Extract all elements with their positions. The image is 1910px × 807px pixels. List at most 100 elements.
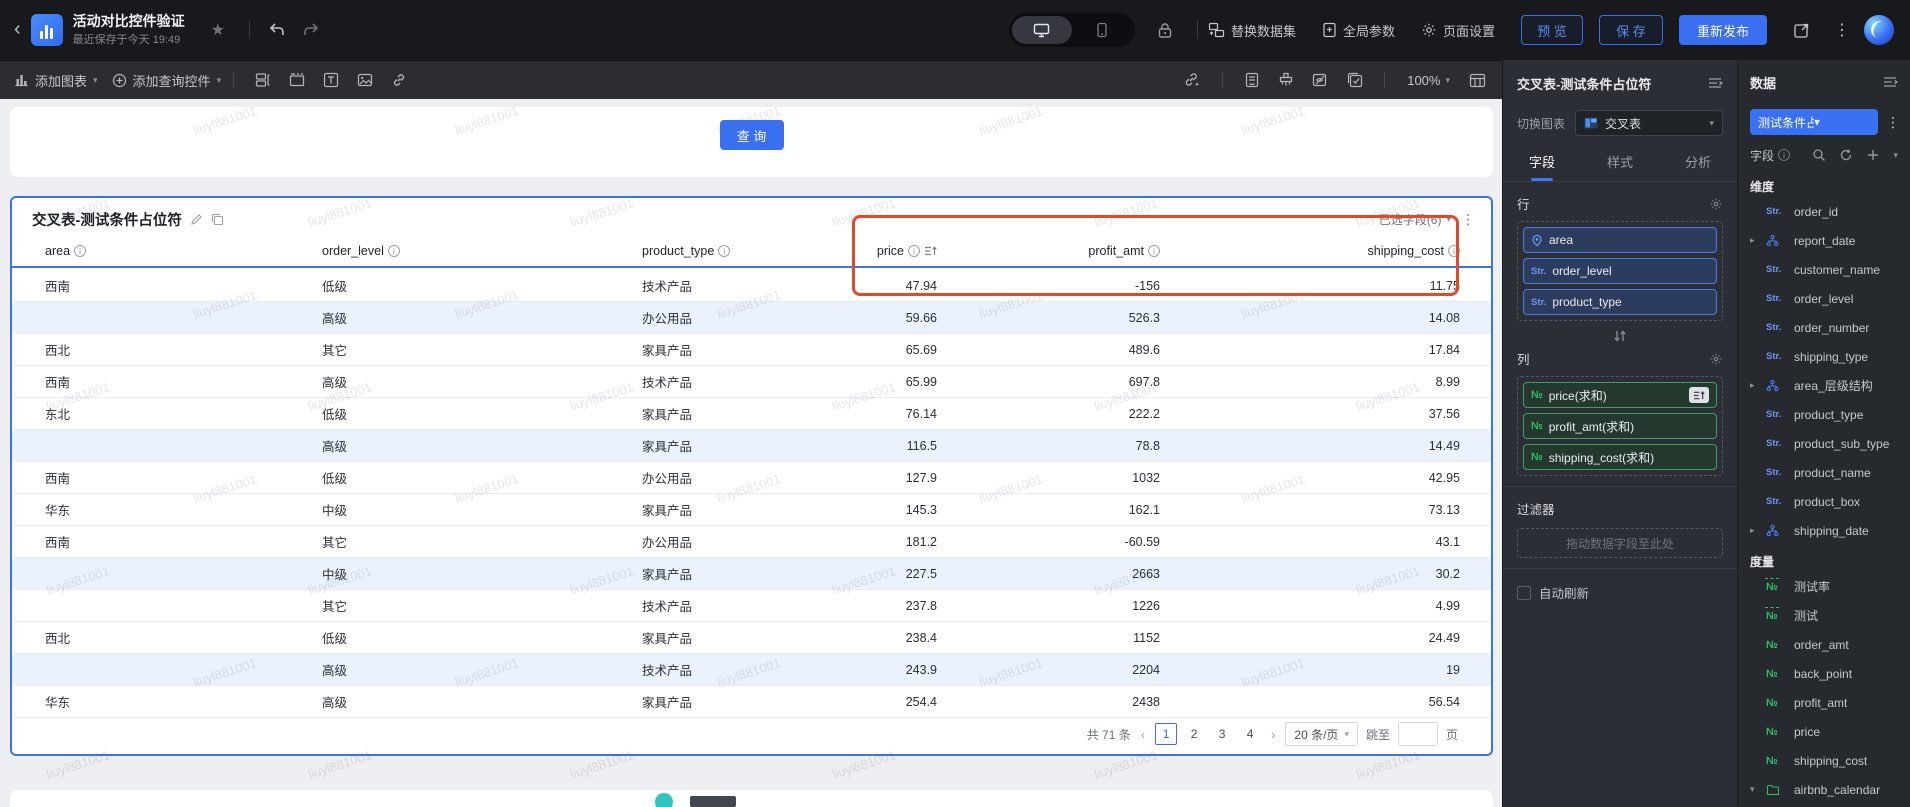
field-pill-product_type[interactable]: Str. product_type bbox=[1523, 289, 1717, 315]
dataset-more-icon[interactable]: ⋮ bbox=[1886, 114, 1900, 131]
page-button-2[interactable]: 2 bbox=[1183, 723, 1205, 745]
tab-style[interactable]: 样式 bbox=[1581, 146, 1659, 181]
prev-page-icon[interactable]: ‹ bbox=[1139, 727, 1147, 742]
hidden-components-icon[interactable] bbox=[1312, 72, 1329, 88]
page-button-3[interactable]: 3 bbox=[1211, 723, 1233, 745]
query-control-card[interactable]: 查 询 bbox=[10, 107, 1493, 177]
dimension-field-product_type[interactable]: ▸Str.product_type bbox=[1738, 400, 1910, 429]
card-view-icon[interactable] bbox=[1244, 72, 1260, 88]
next-page-icon[interactable]: › bbox=[1269, 727, 1277, 742]
image-widget-icon[interactable] bbox=[357, 72, 373, 88]
preview-button[interactable]: 预 览 bbox=[1521, 15, 1583, 45]
save-button[interactable]: 保 存 bbox=[1599, 15, 1663, 45]
query-button[interactable]: 查 询 bbox=[719, 120, 784, 150]
measure-field-profit_amt[interactable]: ▸№profit_amt bbox=[1738, 688, 1910, 717]
field-pill-profit_amt(求和)[interactable]: № profit_amt(求和) bbox=[1523, 413, 1717, 439]
edit-title-icon[interactable] bbox=[190, 213, 203, 226]
text-widget-icon[interactable] bbox=[323, 72, 339, 88]
chart-type-select[interactable]: 交叉表 ▾ bbox=[1575, 110, 1723, 136]
undo-icon[interactable] bbox=[268, 22, 286, 38]
measure-field-shipping_cost[interactable]: ▸№shipping_cost bbox=[1738, 746, 1910, 775]
dimension-field-area_层级结构[interactable]: ▸ area_层级结构 bbox=[1738, 371, 1910, 400]
search-fields-icon[interactable] bbox=[1812, 148, 1826, 162]
page-settings-button[interactable]: 页面设置 bbox=[1421, 21, 1495, 40]
collapse-panel-icon[interactable] bbox=[1707, 76, 1723, 90]
dimension-field-product_box[interactable]: ▸Str.product_box bbox=[1738, 487, 1910, 516]
selected-fields-dropdown[interactable]: 已选字段(6) ▾ bbox=[1379, 211, 1451, 228]
field-pill-area[interactable]: area bbox=[1523, 227, 1717, 253]
dimension-field-order_level[interactable]: ▸Str.order_level bbox=[1738, 284, 1910, 313]
expand-caret-icon[interactable]: ▾ bbox=[1750, 784, 1760, 795]
refresh-fields-icon[interactable] bbox=[1839, 148, 1853, 162]
copy-widget-icon[interactable] bbox=[211, 213, 224, 226]
grid-layout-icon[interactable] bbox=[1469, 73, 1486, 88]
custom-sort-icon[interactable] bbox=[924, 245, 937, 257]
dimension-field-report_date[interactable]: ▸ report_date bbox=[1738, 226, 1910, 255]
dimension-field-order_id[interactable]: ▸Str.order_id bbox=[1738, 197, 1910, 226]
lock-icon[interactable] bbox=[1157, 22, 1173, 39]
dataset-select[interactable]: 测试条件占位符 ▾ bbox=[1750, 109, 1878, 135]
mobile-mode-icon[interactable] bbox=[1072, 16, 1132, 44]
crosstab-widget[interactable]: 交叉表-测试条件占位符 已选字段(6) ▾ ⋮ area i order_level i… bbox=[10, 196, 1493, 756]
add-field-icon[interactable] bbox=[1866, 148, 1880, 162]
dimension-field-customer_name[interactable]: ▸Str.customer_name bbox=[1738, 255, 1910, 284]
measure-field-airbnb_calendar[interactable]: ▾ airbnb_calendar bbox=[1738, 775, 1910, 804]
tab-container-icon[interactable] bbox=[289, 72, 305, 88]
dimension-field-shipping_type[interactable]: ▸Str.shipping_type bbox=[1738, 342, 1910, 371]
tab-fields[interactable]: 字段 bbox=[1503, 146, 1581, 181]
field-pill-order_level[interactable]: Str. order_level bbox=[1523, 258, 1717, 284]
favorite-star-icon[interactable]: ★ bbox=[211, 20, 225, 40]
tab-analysis[interactable]: 分析 bbox=[1659, 146, 1737, 181]
expand-caret-icon[interactable]: ▸ bbox=[1750, 380, 1760, 391]
measure-field-price[interactable]: ▸№price bbox=[1738, 717, 1910, 746]
number-type-icon: № bbox=[1766, 754, 1778, 767]
replace-dataset-button[interactable]: 替换数据集 bbox=[1208, 21, 1296, 40]
device-mode-toggle[interactable] bbox=[1008, 13, 1135, 47]
dimension-field-shipping_date[interactable]: ▸ shipping_date bbox=[1738, 516, 1910, 545]
fields-info-icon: i bbox=[1778, 149, 1791, 161]
republish-button[interactable]: 重新发布 bbox=[1679, 15, 1767, 45]
page-size-select[interactable]: 20 条/页 ▾ bbox=[1285, 722, 1358, 746]
measure-field-order_amt[interactable]: ▸№order_amt bbox=[1738, 630, 1910, 659]
redo-icon[interactable] bbox=[302, 22, 320, 38]
collapse-data-panel-icon[interactable] bbox=[1882, 75, 1898, 89]
fields-sort-caret-icon[interactable]: ▾ bbox=[1893, 150, 1898, 161]
global-params-button[interactable]: 全局参数 bbox=[1322, 21, 1395, 40]
widget-more-icon[interactable]: ⋮ bbox=[1461, 211, 1475, 228]
add-chart-button[interactable]: 添加图表 ▾ bbox=[14, 71, 98, 90]
batch-select-icon[interactable] bbox=[1347, 72, 1363, 88]
field-pill-shipping_cost(求和)[interactable]: № shipping_cost(求和) bbox=[1523, 444, 1717, 470]
open-external-icon[interactable] bbox=[1793, 22, 1810, 39]
dimension-field-order_number[interactable]: ▸Str.order_number bbox=[1738, 313, 1910, 342]
field-pill-price(求和)[interactable]: № price(求和) bbox=[1523, 382, 1717, 408]
dimension-field-product_name[interactable]: ▸Str.product_name bbox=[1738, 458, 1910, 487]
page-button-4[interactable]: 4 bbox=[1239, 723, 1261, 745]
expand-caret-icon[interactable]: ▸ bbox=[1750, 525, 1760, 536]
desktop-mode-icon[interactable] bbox=[1011, 16, 1072, 44]
expand-caret-icon[interactable]: ▸ bbox=[1750, 235, 1760, 246]
measure-field-测试率[interactable]: ▸№测试率 bbox=[1738, 572, 1910, 601]
hyperlink-icon[interactable] bbox=[391, 72, 407, 88]
clean-style-icon[interactable] bbox=[1278, 72, 1294, 88]
measure-field-测试[interactable]: ▸№测试 bbox=[1738, 601, 1910, 630]
filter-dropzone[interactable]: 拖动数据字段至此处 bbox=[1517, 528, 1723, 558]
column-fields-dropzone[interactable]: № price(求和) № profit_amt(求和) № shipping_cost(… bbox=[1517, 376, 1723, 476]
conditional-format-icon[interactable] bbox=[1689, 387, 1709, 403]
zoom-level-select[interactable]: 100% ▾ bbox=[1407, 73, 1450, 88]
layout-component-icon[interactable] bbox=[255, 72, 271, 88]
back-icon[interactable]: ‹ bbox=[0, 18, 31, 43]
rows-gear-icon[interactable] bbox=[1709, 197, 1723, 211]
add-query-control-button[interactable]: 添加查询控件 ▾ bbox=[112, 71, 221, 90]
auto-refresh-checkbox[interactable] bbox=[1517, 585, 1531, 600]
dimension-field-product_sub_type[interactable]: ▸Str.product_sub_type bbox=[1738, 429, 1910, 458]
swap-rows-cols-icon[interactable] bbox=[1503, 325, 1737, 347]
page-button-1[interactable]: 1 bbox=[1155, 723, 1178, 745]
page-jump-input[interactable] bbox=[1397, 722, 1438, 746]
linkage-setting-icon[interactable] bbox=[1183, 72, 1201, 88]
column-header-price[interactable]: price i bbox=[812, 244, 937, 258]
row-fields-dropzone[interactable]: area Str. order_level Str. product_type bbox=[1517, 221, 1723, 321]
user-avatar[interactable] bbox=[1864, 15, 1894, 45]
more-menu-icon[interactable]: ⋮ bbox=[1834, 20, 1850, 40]
measure-field-back_point[interactable]: ▸№back_point bbox=[1738, 659, 1910, 688]
cols-gear-icon[interactable] bbox=[1709, 352, 1723, 366]
